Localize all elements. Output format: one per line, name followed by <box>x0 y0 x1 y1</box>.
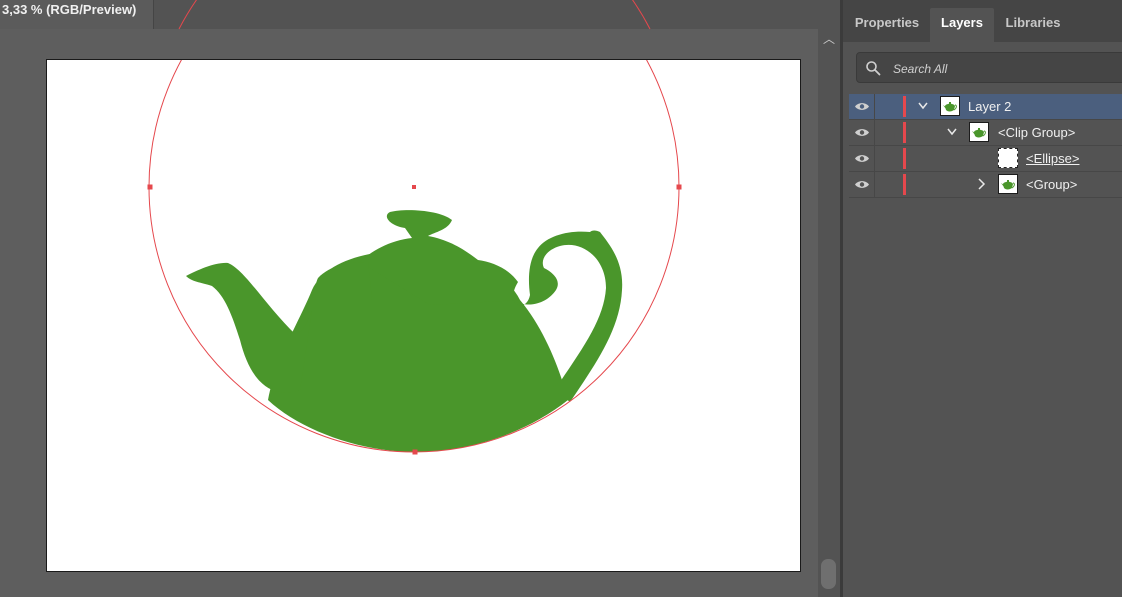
layer-color-bar <box>903 96 906 117</box>
ellipse-outline-overflow <box>178 0 651 30</box>
chevron-down-icon[interactable] <box>946 125 958 139</box>
search-icon <box>866 61 881 76</box>
ellipse-thumbnail <box>998 148 1018 168</box>
layer-row-ellipse[interactable]: <Ellipse> <box>849 146 1122 172</box>
tab-libraries[interactable]: Libraries <box>996 8 1070 42</box>
layers-panel: Properties Layers Libraries Search All L… <box>843 0 1122 597</box>
layer-row-group[interactable]: <Group> <box>849 172 1122 198</box>
layer-row-clip-group[interactable]: <Clip Group> <box>849 120 1122 146</box>
eye-icon <box>855 129 869 136</box>
scroll-up-icon[interactable]: ︿ <box>821 31 837 47</box>
layer-name[interactable]: Layer 2 <box>968 99 1011 114</box>
layer-color-bar <box>903 174 906 195</box>
lock-toggle[interactable] <box>876 94 902 119</box>
artwork-layer <box>147 0 682 455</box>
search-box[interactable] <box>856 52 1122 83</box>
teapot-thumbnail-icon <box>972 128 986 138</box>
tab-properties[interactable]: Properties <box>845 8 929 42</box>
layer-thumbnail <box>998 174 1018 194</box>
visibility-toggle[interactable] <box>849 146 875 171</box>
teapot-shape[interactable] <box>186 210 623 452</box>
layer-color-bar <box>903 122 906 143</box>
panel-tab-bar: Properties Layers Libraries <box>843 0 1122 42</box>
layer-name[interactable]: <Clip Group> <box>998 125 1075 140</box>
layer-name[interactable]: <Ellipse> <box>1026 151 1079 166</box>
lock-toggle[interactable] <box>876 172 902 197</box>
layer-thumbnail <box>940 96 960 116</box>
chevron-right-icon[interactable] <box>975 177 987 191</box>
visibility-toggle[interactable] <box>849 120 875 145</box>
search-input[interactable] <box>891 57 1115 81</box>
anchor-point-bottom[interactable] <box>412 449 418 455</box>
eye-icon <box>855 155 869 162</box>
layers-list: Layer 2 <Clip Group> <Ellipse> <Group> <box>849 94 1122 198</box>
chevron-down-icon[interactable] <box>917 99 929 113</box>
lock-toggle[interactable] <box>876 120 902 145</box>
layer-color-bar <box>903 148 906 169</box>
teapot-thumbnail-icon <box>943 102 957 112</box>
tab-layers[interactable]: Layers <box>930 8 994 42</box>
layer-name[interactable]: <Group> <box>1026 177 1077 192</box>
eye-icon <box>855 181 869 188</box>
anchor-point-left[interactable] <box>147 184 153 190</box>
anchor-point-right[interactable] <box>676 184 682 190</box>
lock-toggle[interactable] <box>876 146 902 171</box>
scroll-thumb[interactable] <box>821 559 836 589</box>
teapot-thumbnail-icon <box>1001 180 1015 190</box>
layer-thumbnail <box>969 122 989 142</box>
center-point <box>412 185 416 189</box>
eye-icon <box>855 103 869 110</box>
vertical-scrollbar[interactable]: ︿ <box>818 29 840 597</box>
visibility-toggle[interactable] <box>849 94 875 119</box>
visibility-toggle[interactable] <box>849 172 875 197</box>
layer-row-layer-2[interactable]: Layer 2 <box>849 94 1122 120</box>
document-area: 3,33 % (RGB/Preview) ︿ <box>0 0 840 597</box>
